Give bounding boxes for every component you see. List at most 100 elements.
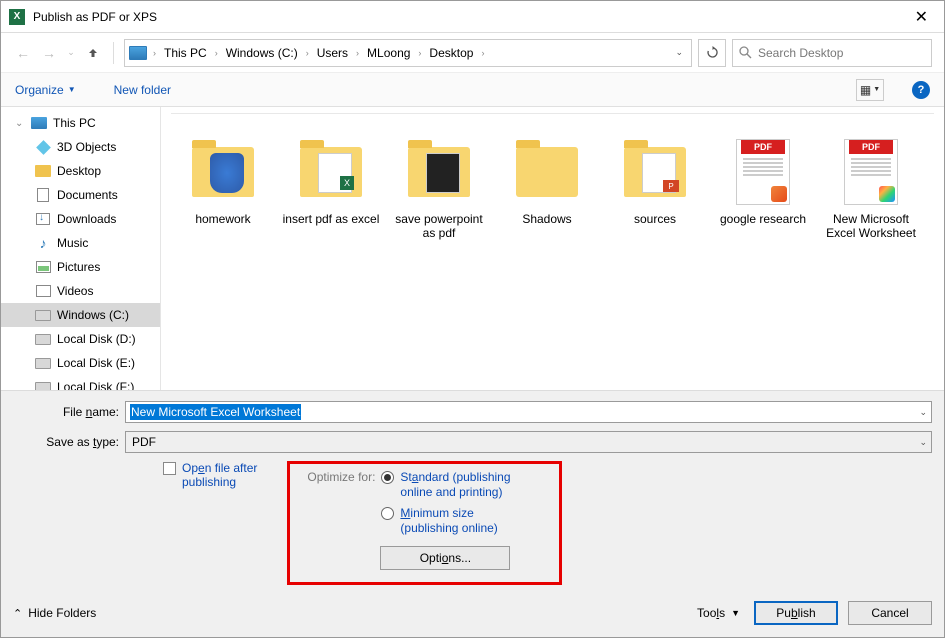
refresh-button[interactable]	[698, 39, 726, 67]
up-icon[interactable]	[83, 43, 103, 63]
sidebar-item[interactable]: This PC	[1, 111, 160, 135]
file-item[interactable]: sources	[601, 132, 709, 252]
sidebar-item[interactable]: Local Disk (F:)	[1, 375, 160, 390]
navbar: ← → ⌄ › This PC › Windows (C:) › Users ›…	[1, 33, 944, 73]
chevron-down-icon[interactable]: ⌄	[919, 407, 927, 418]
sidebar-item-label: Music	[57, 236, 88, 250]
file-item[interactable]: Shadows	[493, 132, 601, 252]
file-label: save powerpoint as pdf	[389, 212, 489, 241]
filename-label: File name:	[13, 405, 125, 419]
breadcrumb-item[interactable]: Windows (C:)	[224, 44, 300, 62]
saveastype-select[interactable]: PDF ⌄	[125, 431, 932, 453]
file-thumb: PDF	[727, 136, 799, 208]
breadcrumb[interactable]: › This PC › Windows (C:) › Users › MLoon…	[124, 39, 692, 67]
file-thumb	[295, 136, 367, 208]
file-label: Shadows	[522, 212, 571, 226]
sidebar-item[interactable]: Downloads	[1, 207, 160, 231]
sidebar-item-label: Videos	[57, 284, 93, 298]
breadcrumb-item[interactable]: This PC	[162, 44, 209, 62]
file-area: homework insert pdf as excel save powerpoi…	[161, 107, 944, 390]
sidebar-item[interactable]: Documents	[1, 183, 160, 207]
file-label: insert pdf as excel	[283, 212, 380, 226]
sidebar-item-label: Downloads	[57, 212, 116, 226]
sidebar-item-label: Pictures	[57, 260, 100, 274]
search-icon	[739, 46, 752, 59]
chevron-up-icon: ⌃	[13, 607, 22, 620]
file-item[interactable]: homework	[169, 132, 277, 252]
chevron-right-icon[interactable]: ›	[211, 48, 222, 58]
cancel-button[interactable]: Cancel	[848, 601, 932, 625]
sidebar-item[interactable]: Local Disk (D:)	[1, 327, 160, 351]
optimize-group: Optimize for: Standard (publishingonline…	[287, 461, 561, 585]
view-button[interactable]: ▦ ▼	[856, 79, 884, 101]
file-item[interactable]: save powerpoint as pdf	[385, 132, 493, 252]
breadcrumb-item[interactable]: Users	[315, 44, 350, 62]
optimize-label: Optimize for:	[300, 470, 375, 484]
back-icon[interactable]: ←	[13, 43, 33, 63]
options-button[interactable]: Options...	[380, 546, 510, 570]
chevron-down-icon: ▼	[873, 86, 880, 93]
file-thumb	[187, 136, 259, 208]
sidebar-item[interactable]: ♪Music	[1, 231, 160, 255]
publish-button[interactable]: Publish	[754, 601, 838, 625]
sidebar-item-label: Local Disk (F:)	[57, 380, 134, 390]
radio-standard[interactable]	[381, 471, 394, 484]
refresh-icon	[706, 46, 719, 59]
sidebar-item[interactable]: Pictures	[1, 255, 160, 279]
sidebar-item-label: Desktop	[57, 164, 101, 178]
file-thumb	[619, 136, 691, 208]
chevron-down-icon: ▼	[68, 85, 76, 94]
search-placeholder: Search Desktop	[758, 46, 843, 60]
tiles-icon: ▦	[860, 83, 871, 97]
new-folder-button[interactable]: New folder	[114, 83, 171, 97]
chevron-down-icon[interactable]: ⌄	[919, 437, 927, 448]
file-item[interactable]: PDF google research	[709, 132, 817, 252]
chevron-right-icon[interactable]: ›	[149, 48, 160, 58]
footer: ⌃ Hide Folders Tools ▼ Publish Cancel	[1, 591, 944, 637]
breadcrumb-item[interactable]: Desktop	[427, 44, 475, 62]
chevron-right-icon[interactable]: ›	[352, 48, 363, 58]
filename-input[interactable]: New Microsoft Excel Worksheet ⌄	[125, 401, 932, 423]
radio-standard-label[interactable]: Standard (publishingonline and printing)	[400, 470, 510, 500]
hide-folders-button[interactable]: ⌃ Hide Folders	[13, 606, 96, 620]
file-item[interactable]: PDF New Microsoft Excel Worksheet	[817, 132, 925, 252]
sidebar-item[interactable]: Videos	[1, 279, 160, 303]
chevron-down-icon[interactable]: ⌄	[669, 47, 689, 58]
forward-icon[interactable]: →	[39, 43, 59, 63]
sidebar-item[interactable]: 3D Objects	[1, 135, 160, 159]
file-label: New Microsoft Excel Worksheet	[821, 212, 921, 241]
history-dropdown-icon[interactable]: ⌄	[65, 43, 77, 63]
tools-button[interactable]: Tools ▼	[693, 606, 744, 620]
excel-icon: X	[9, 9, 25, 25]
radio-minimum-label[interactable]: Minimum size(publishing online)	[400, 506, 497, 536]
open-after-label: Open file afterpublishing	[182, 461, 257, 489]
saveastype-label: Save as type:	[13, 435, 125, 449]
chevron-right-icon[interactable]: ›	[302, 48, 313, 58]
sidebar-item[interactable]: Windows (C:)	[1, 303, 160, 327]
open-after-checkbox[interactable]	[163, 462, 176, 475]
file-grid[interactable]: homework insert pdf as excel save powerpoi…	[161, 114, 944, 390]
main: This PC 3D Objects Desktop Documents Downloa…	[1, 107, 944, 390]
file-thumb: PDF	[835, 136, 907, 208]
search-input[interactable]: Search Desktop	[732, 39, 932, 67]
sidebar-item[interactable]: Desktop	[1, 159, 160, 183]
close-icon[interactable]: ✕	[907, 7, 936, 27]
file-label: homework	[195, 212, 250, 226]
file-thumb	[511, 136, 583, 208]
sidebar-item[interactable]: Local Disk (E:)	[1, 351, 160, 375]
file-item[interactable]: insert pdf as excel	[277, 132, 385, 252]
radio-minimum[interactable]	[381, 507, 394, 520]
form-area: File name: New Microsoft Excel Worksheet…	[1, 390, 944, 591]
organize-button[interactable]: Organize ▼	[15, 83, 76, 97]
chevron-right-icon[interactable]: ›	[477, 48, 488, 58]
open-after-checkbox-row[interactable]: Open file afterpublishing	[163, 461, 257, 489]
help-button[interactable]: ?	[912, 81, 930, 99]
sidebar-item-label: 3D Objects	[57, 140, 116, 154]
window-title: Publish as PDF or XPS	[33, 10, 907, 24]
breadcrumb-item[interactable]: MLoong	[365, 44, 412, 62]
chevron-right-icon[interactable]: ›	[414, 48, 425, 58]
file-label: google research	[720, 212, 806, 226]
sidebar-item-label: Documents	[57, 188, 118, 202]
titlebar: X Publish as PDF or XPS ✕	[1, 1, 944, 33]
file-thumb	[403, 136, 475, 208]
